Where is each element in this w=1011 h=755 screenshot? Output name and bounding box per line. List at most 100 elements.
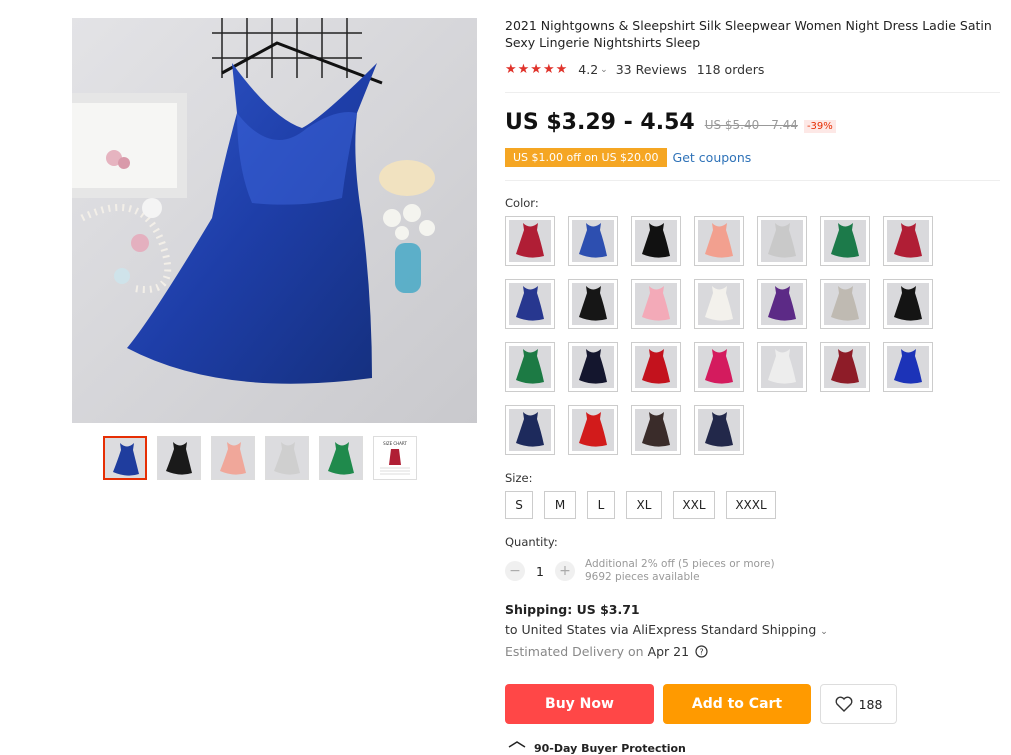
svg-text:SIZE CHART: SIZE CHART [383, 441, 407, 446]
color-swatch[interactable] [568, 342, 618, 392]
color-swatch-image [509, 409, 551, 451]
bulk-discount-note: Additional 2% off (5 pieces or more) [585, 558, 775, 570]
coupon-row: US $1.00 off on US $20.00 Get coupons [505, 148, 751, 167]
gallery-thumbnail[interactable] [211, 436, 255, 480]
add-to-cart-button[interactable]: Add to Cart [663, 684, 811, 724]
reviews-count[interactable]: 33 Reviews [616, 62, 687, 77]
color-swatch-image [509, 220, 551, 262]
delivery-prefix: Estimated Delivery on [505, 644, 644, 659]
help-icon[interactable]: ? [695, 645, 708, 658]
color-swatch-image [761, 220, 803, 262]
color-swatch[interactable] [631, 405, 681, 455]
color-swatch-image [509, 283, 551, 325]
quantity-label: Quantity: [505, 535, 558, 549]
color-swatches [505, 216, 945, 455]
color-swatch-image [761, 283, 803, 325]
color-swatch-image [572, 409, 614, 451]
gallery-thumbnail[interactable] [103, 436, 147, 480]
size-option[interactable]: M [544, 491, 576, 519]
color-swatch[interactable] [694, 405, 744, 455]
wishlist-count: 188 [858, 696, 883, 712]
shield-icon [508, 741, 526, 755]
quantity-info: Additional 2% off (5 pieces or more) 969… [585, 558, 775, 584]
shipping-route-text: to United States via AliExpress Standard… [505, 622, 817, 637]
quantity-stepper: − 1 + Additional 2% off (5 pieces or mor… [505, 558, 775, 584]
decrease-quantity-button[interactable]: − [505, 561, 525, 581]
color-swatch[interactable] [568, 405, 618, 455]
orders-count: 118 orders [696, 62, 765, 77]
color-swatch[interactable] [883, 342, 933, 392]
color-swatch-image [887, 346, 929, 388]
size-option[interactable]: L [587, 491, 615, 519]
stock-available: 9692 pieces available [585, 571, 700, 583]
gallery-thumbnail[interactable] [265, 436, 309, 480]
size-label: Size: [505, 471, 533, 485]
color-swatch-image [635, 220, 677, 262]
color-swatch[interactable] [694, 216, 744, 266]
increase-quantity-button[interactable]: + [555, 561, 575, 581]
wishlist-button[interactable]: 188 [820, 684, 897, 724]
product-title: 2021 Nightgowns & Sleepshirt Silk Sleepw… [505, 18, 992, 50]
coupon-badge: US $1.00 off on US $20.00 [505, 148, 667, 167]
color-swatch[interactable] [820, 216, 870, 266]
main-product-image[interactable] [72, 18, 477, 423]
divider [505, 92, 1000, 93]
color-swatch-image [509, 346, 551, 388]
shipping-price: Shipping: US $3.71 [505, 602, 640, 617]
color-swatch[interactable] [631, 342, 681, 392]
chevron-down-icon[interactable]: ⌄ [600, 65, 608, 75]
color-swatch-image [698, 283, 740, 325]
color-swatch[interactable] [883, 279, 933, 329]
color-swatch[interactable] [820, 279, 870, 329]
color-swatch-image [824, 283, 866, 325]
color-swatch[interactable] [694, 279, 744, 329]
rating-score[interactable]: 4.2 [578, 62, 598, 77]
color-swatch-image [698, 220, 740, 262]
color-swatch-image [572, 346, 614, 388]
shipping-route[interactable]: to United States via AliExpress Standard… [505, 622, 828, 637]
get-coupons-link[interactable]: Get coupons [673, 150, 752, 165]
product-photo [72, 18, 477, 423]
color-swatch[interactable] [757, 279, 807, 329]
color-swatch[interactable] [568, 279, 618, 329]
color-swatch-image [887, 283, 929, 325]
size-option[interactable]: XL [626, 491, 662, 519]
buy-now-button[interactable]: Buy Now [505, 684, 654, 724]
color-swatch-image [635, 409, 677, 451]
gallery-thumbnail[interactable] [319, 436, 363, 480]
color-swatch[interactable] [505, 405, 555, 455]
divider [505, 180, 1000, 181]
size-option[interactable]: S [505, 491, 533, 519]
size-option[interactable]: XXXL [726, 491, 776, 519]
svg-text:?: ? [699, 648, 703, 657]
color-swatch-image [635, 283, 677, 325]
delivery-date: Apr 21 [647, 644, 690, 659]
rating-row: ★★★★★ 4.2 ⌄ 33 Reviews 118 orders [505, 62, 764, 77]
color-swatch-image [824, 346, 866, 388]
gallery-thumbnail[interactable] [157, 436, 201, 480]
color-swatch[interactable] [757, 216, 807, 266]
gallery-thumbnail[interactable]: SIZE CHART [373, 436, 417, 480]
color-swatch-image [635, 346, 677, 388]
color-label: Color: [505, 196, 539, 210]
color-swatch[interactable] [568, 216, 618, 266]
color-swatch[interactable] [505, 216, 555, 266]
size-options: S M L XL XXL XXXL [505, 491, 776, 519]
color-swatch[interactable] [757, 342, 807, 392]
heart-icon [835, 696, 853, 712]
quantity-value[interactable]: 1 [525, 564, 555, 579]
color-swatch-image [698, 346, 740, 388]
buyer-protection: 90-Day Buyer Protection [508, 741, 686, 755]
size-option[interactable]: XXL [673, 491, 715, 519]
color-swatch[interactable] [631, 279, 681, 329]
color-swatch[interactable] [820, 342, 870, 392]
color-swatch[interactable] [505, 279, 555, 329]
color-swatch[interactable] [883, 216, 933, 266]
price: US $3.29 - 4.54 [505, 110, 695, 135]
thumbnail-strip: SIZE CHART [103, 436, 417, 480]
color-swatch[interactable] [631, 216, 681, 266]
color-swatch[interactable] [505, 342, 555, 392]
color-swatch[interactable] [694, 342, 744, 392]
star-rating-icon: ★★★★★ [505, 62, 569, 77]
discount-badge: -39% [803, 120, 836, 133]
